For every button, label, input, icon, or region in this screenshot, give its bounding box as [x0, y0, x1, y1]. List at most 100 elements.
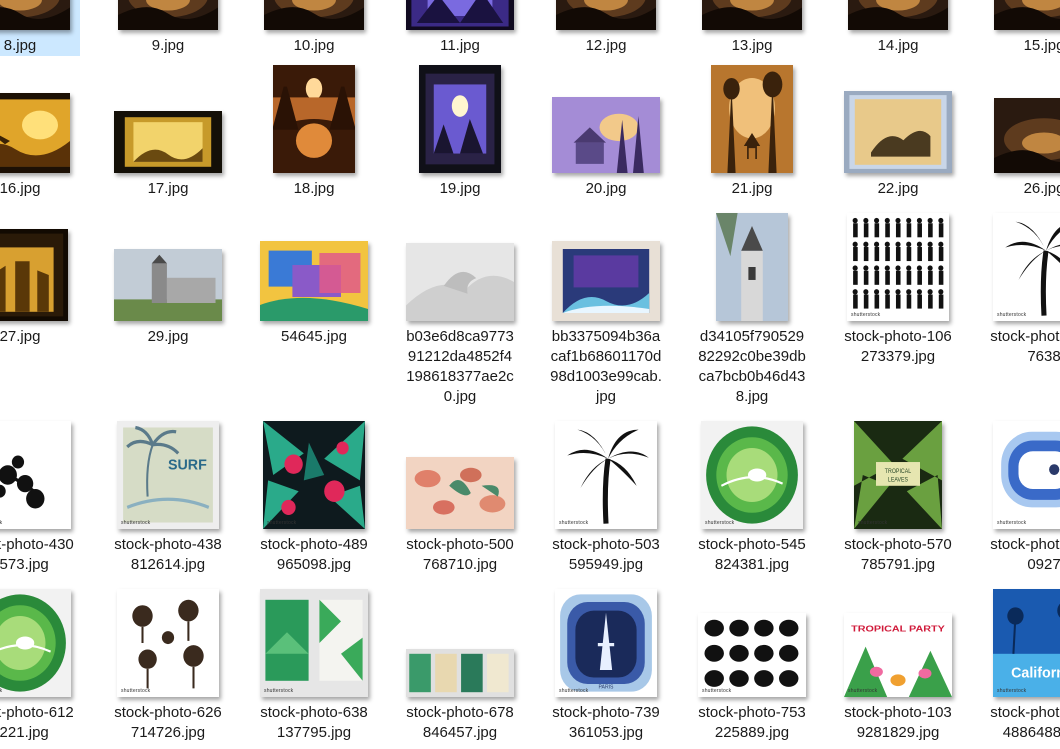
file-item[interactable]: 27.jpg	[0, 213, 80, 347]
thumbnail-image: SURF shutterstock	[117, 421, 219, 529]
file-name: stock-photo-753225889.jpg	[698, 704, 806, 741]
file-name: stock-photo-5537638	[990, 328, 1060, 365]
file-item[interactable]: SURF shutterstock stock-photo-438812614.j…	[108, 421, 228, 575]
thumbnail-image: shutterstock	[117, 589, 219, 697]
thumbnail-image	[702, 0, 802, 30]
file-name: stock-photo-638137795.jpg	[260, 704, 368, 741]
thumbnail-area	[546, 213, 666, 325]
file-item[interactable]: California shutterstock stock-photo-104488…	[984, 589, 1060, 743]
file-name: stock-photo-438812614.jpg	[114, 536, 222, 573]
file-item[interactable]: 19.jpg	[400, 65, 520, 199]
watermark: shutterstock	[0, 688, 3, 694]
file-name: 18.jpg	[293, 180, 335, 197]
thumbnail-image	[0, 0, 70, 30]
file-item[interactable]: 20.jpg	[546, 65, 666, 199]
file-item[interactable]: 18.jpg	[254, 65, 374, 199]
watermark: shutterstock	[848, 688, 878, 694]
thumbnail-area: shutterstock	[984, 421, 1060, 533]
thumbnail-area	[400, 421, 520, 533]
file-item[interactable]: 8.jpg	[0, 0, 80, 56]
thumbnail-image: shutterstock	[0, 421, 71, 529]
file-item[interactable]: shutterstock stock-photo-503595949.jpg	[546, 421, 666, 575]
thumbnail-area	[838, 65, 958, 177]
file-item[interactable]: PARIS shutterstock stock-photo-739361053.j…	[546, 589, 666, 743]
file-item[interactable]: 22.jpg	[838, 65, 958, 199]
file-name: 54645.jpg	[281, 328, 347, 345]
file-item[interactable]: 54645.jpg	[254, 213, 374, 347]
file-item[interactable]: 29.jpg	[108, 213, 228, 347]
thumbnail-area	[400, 589, 520, 701]
file-item[interactable]: shutterstock stock-photo-4304573.jpg	[0, 421, 80, 575]
thumbnail-area	[692, 65, 812, 177]
file-item[interactable]: 11.jpg	[400, 0, 520, 56]
file-item[interactable]: 16.jpg	[0, 65, 80, 199]
thumbnail-image	[0, 93, 70, 173]
thumbnail-area: shutterstock	[984, 213, 1060, 325]
watermark: shutterstock	[0, 520, 3, 526]
file-item[interactable]: shutterstock stock-photo-638137795.jpg	[254, 589, 374, 743]
thumbnail-image	[264, 0, 364, 30]
file-item[interactable]: shutterstock stock-photo-489965098.jpg	[254, 421, 374, 575]
file-item[interactable]: 14.jpg	[838, 0, 958, 56]
file-item[interactable]: 13.jpg	[692, 0, 812, 56]
thumbnail-image: shutterstock	[263, 421, 365, 529]
file-item[interactable]: b03e6d8ca977391212da4852f4198618377ae2c0…	[400, 213, 520, 407]
file-item[interactable]: d34105f79052982292c0be39dbca7bcb0b46d438…	[692, 213, 812, 407]
thumbnail-area	[0, 65, 80, 177]
file-name: stock-photo-626714726.jpg	[114, 704, 222, 741]
thumbnail-image	[711, 65, 793, 173]
thumbnail-area	[984, 0, 1060, 34]
file-item[interactable]: stock-photo-678846457.jpg	[400, 589, 520, 743]
file-item[interactable]: shutterstock stock-photo-106273379.jpg	[838, 213, 958, 367]
file-item[interactable]: shutterstock stock-photo-6125221.jpg	[0, 589, 80, 743]
thumbnail-image	[406, 0, 514, 30]
file-item[interactable]: 21.jpg	[692, 65, 812, 199]
thumbnail-area	[254, 213, 374, 325]
thumbnail-image: shutterstock	[701, 421, 803, 529]
watermark: shutterstock	[851, 312, 881, 318]
thumbnail-image	[994, 98, 1060, 173]
thumbnail-image	[273, 65, 355, 173]
file-item[interactable]: shutterstock stock-photo-626714726.jpg	[108, 589, 228, 743]
thumbnail-image: shutterstock	[993, 421, 1060, 529]
file-item[interactable]: bb3375094b36acaf1b68601170d98d1003e99cab…	[546, 213, 666, 407]
thumbnail-area: shutterstock	[0, 421, 80, 533]
file-name: bb3375094b36acaf1b68601170d98d1003e99cab…	[550, 328, 662, 405]
file-name: stock-photo-489965098.jpg	[260, 536, 368, 573]
watermark: shutterstock	[997, 520, 1027, 526]
file-item[interactable]: stock-photo-500768710.jpg	[400, 421, 520, 575]
thumbnail-image	[552, 97, 660, 173]
file-name: b03e6d8ca977391212da4852f4198618377ae2c0…	[406, 328, 514, 405]
file-item[interactable]: shutterstock stock-photo-753225889.jpg	[692, 589, 812, 743]
svg-text:California: California	[1011, 665, 1060, 681]
file-item[interactable]: 12.jpg	[546, 0, 666, 56]
file-item[interactable]: shutterstock stock-photo-545824381.jpg	[692, 421, 812, 575]
watermark: shutterstock	[121, 688, 151, 694]
thumbnail-area: shutterstock	[692, 421, 812, 533]
thumbnail-area	[108, 65, 228, 177]
thumbnail-area	[546, 65, 666, 177]
thumbnail-area	[546, 0, 666, 34]
file-item[interactable]: 26.jpg	[984, 65, 1060, 199]
file-item[interactable]: 10.jpg	[254, 0, 374, 56]
file-item[interactable]: TROPICAL LEAVES shutterstock stock-photo-5…	[838, 421, 958, 575]
thumbnail-area: shutterstock	[838, 213, 958, 325]
file-item[interactable]: 17.jpg	[108, 65, 228, 199]
file-item[interactable]: 9.jpg	[108, 0, 228, 56]
file-name: 21.jpg	[731, 180, 773, 197]
watermark: shutterstock	[997, 688, 1027, 694]
thumbnail-image: California shutterstock	[993, 589, 1060, 697]
thumbnail-area	[400, 0, 520, 34]
file-name: 11.jpg	[440, 37, 480, 54]
file-name: stock-photo-678846457.jpg	[406, 704, 514, 741]
thumbnail-area	[0, 213, 80, 325]
watermark: shutterstock	[264, 688, 294, 694]
file-name: 8.jpg	[3, 37, 37, 54]
file-item[interactable]: 15.jpg	[984, 0, 1060, 56]
thumbnail-area	[984, 65, 1060, 177]
file-item[interactable]: shutterstock stock-photo-5537638	[984, 213, 1060, 367]
thumbnail-area: TROPICAL PARTY shutterstock	[838, 589, 958, 701]
thumbnail-image: shutterstock	[698, 613, 806, 697]
file-item[interactable]: shutterstock stock-photo-8690927	[984, 421, 1060, 575]
file-item[interactable]: TROPICAL PARTY shutterstock stock-photo-1…	[838, 589, 958, 743]
